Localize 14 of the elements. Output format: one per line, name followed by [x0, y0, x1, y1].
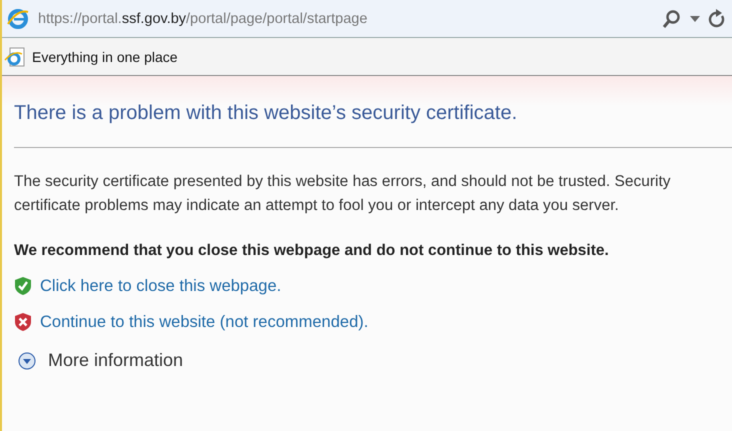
dropdown-caret-icon[interactable] [690, 16, 700, 22]
action-link[interactable]: Continue to this website (not recommended). [40, 312, 368, 332]
recommendation-text: We recommend that you close this webpage and do not continue to this website. [14, 242, 610, 260]
shield-x-icon [14, 312, 32, 332]
shield-check-icon [14, 276, 32, 296]
description-text: The security certificate presented by this website has errors, and should not be trusted. Security certificate problems may indicate an attempt to fool you or intercept any data you server. [14, 172, 672, 216]
page-heading: There is a problem with this website’s security certificate. [14, 102, 518, 125]
search-icon[interactable] [662, 8, 682, 28]
browser-logo-icon [6, 6, 30, 30]
refresh-icon[interactable] [708, 8, 726, 28]
action-link[interactable]: Click here to close this webpage. [40, 276, 282, 296]
more-information-link[interactable]: More information [48, 350, 184, 371]
expand-icon[interactable] [18, 352, 36, 370]
browser-tab[interactable]: Everything in one place [2, 46, 184, 68]
